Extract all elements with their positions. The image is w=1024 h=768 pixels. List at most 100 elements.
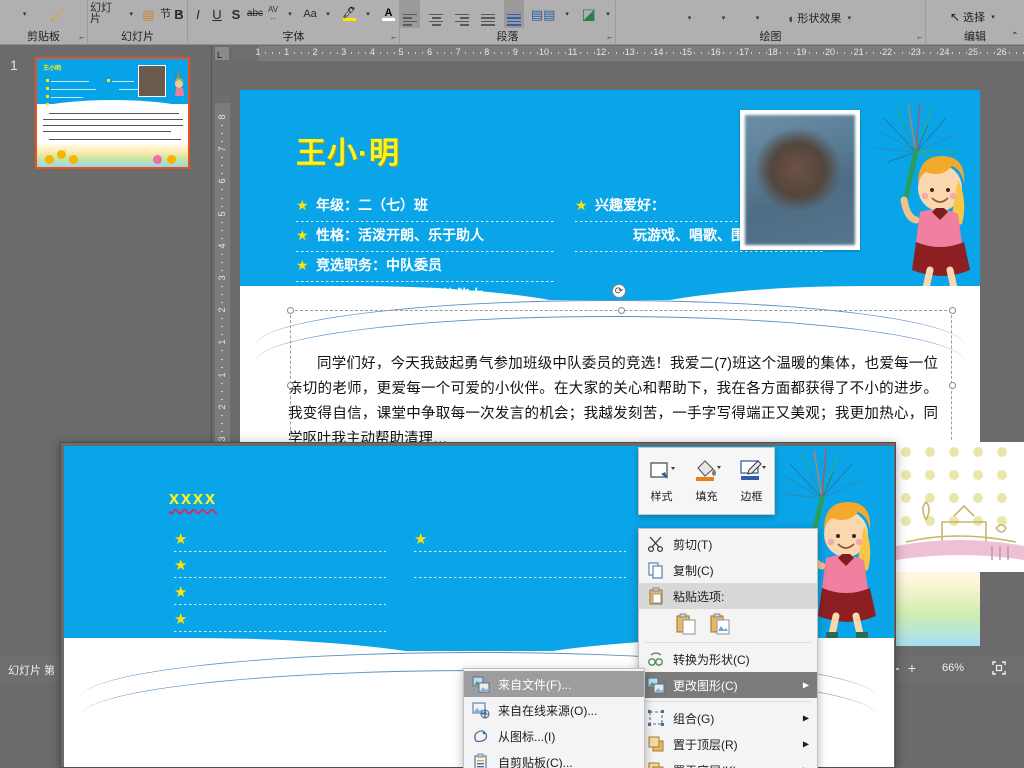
- zoom-level-label[interactable]: 66%: [942, 662, 964, 674]
- shape-quickstyles-caret[interactable]: ▾: [753, 14, 765, 23]
- bullet-row[interactable]: ★ 性格：活泼开朗、乐于助人: [296, 225, 556, 255]
- context-menu-item-paste-options: 粘贴选项:: [639, 583, 817, 609]
- smartart-icon[interactable]: ◪: [580, 6, 597, 23]
- paragraph-dialog-launcher[interactable]: ⌐: [607, 33, 612, 42]
- submenu-item-from-icons[interactable]: 从图标...(I): [464, 723, 644, 749]
- font-dialog-launcher[interactable]: ⌐: [391, 33, 396, 42]
- selection-handle-tr[interactable]: [949, 307, 956, 314]
- collapse-ribbon-icon[interactable]: ⌃: [1011, 31, 1019, 42]
- align-left-button[interactable]: [400, 0, 420, 28]
- character-spacing-caret[interactable]: ▾: [285, 10, 297, 19]
- clipboard-dialog-launcher[interactable]: ⌐: [79, 33, 84, 42]
- new-slide-caret[interactable]: ▾: [126, 10, 138, 19]
- justify-button[interactable]: [478, 0, 498, 28]
- context-menu-item-bring-to-front[interactable]: 置于顶层(R) ▶: [639, 731, 817, 757]
- hruler-tick-mark: [779, 52, 781, 54]
- submenu-item-from-clipboard[interactable]: 自剪贴板(C)...: [464, 749, 644, 768]
- shape-outline-caret[interactable]: ▾: [719, 14, 731, 23]
- change-picture-submenu[interactable]: 来自文件(F)... 来自在线来源(O)... 从图标...(I) 自剪贴板(C…: [463, 668, 645, 768]
- bullet-row[interactable]: ★ 年级：二（七）班: [296, 195, 556, 225]
- distribute-button[interactable]: [504, 0, 524, 28]
- slide-thumbnail-1[interactable]: 王小明: [35, 57, 190, 169]
- new-slide-button[interactable]: 幻灯片: [88, 2, 124, 26]
- shape-fill-caret[interactable]: ▾: [685, 14, 697, 23]
- textbox-selection-outline[interactable]: [290, 310, 952, 460]
- thumbnail-title: 王小明: [43, 66, 62, 72]
- thumbnail-text-line: [49, 138, 181, 141]
- selection-handle-tl[interactable]: [287, 307, 294, 314]
- font-color-button[interactable]: A: [382, 7, 396, 21]
- zoom-in-button[interactable]: +: [908, 660, 916, 676]
- select-button[interactable]: ↖ 选择 ▾: [950, 9, 1000, 25]
- floating-slide-title[interactable]: xxxx: [169, 488, 217, 509]
- paste-dropdown-caret[interactable]: ▾: [20, 10, 32, 19]
- context-menu-item-send-to-back[interactable]: 置于底层(K) ▶: [639, 757, 817, 768]
- select-caret[interactable]: ▾: [988, 13, 1000, 22]
- underline-button[interactable]: U: [211, 7, 223, 22]
- context-menu-item-change-picture[interactable]: 更改图形(C) ▶: [639, 672, 817, 698]
- rotation-handle[interactable]: ⟳: [612, 284, 626, 298]
- submenu-item-from-file[interactable]: 来自文件(F)...: [464, 671, 644, 697]
- submenu-item-from-online[interactable]: 来自在线来源(O)...: [464, 697, 644, 723]
- chevron-right-icon: ▶: [802, 680, 809, 690]
- context-menu-item-cut[interactable]: 剪切(T): [639, 531, 817, 557]
- columns-icon[interactable]: ▤▤: [530, 7, 556, 22]
- paste-keep-formatting-icon[interactable]: [675, 613, 697, 635]
- horizontal-ruler[interactable]: 1 1 2 3 4 5 6 7 8 9 10 11 12 13 14 15 16 17 18 19 20 21 22 23 24…: [232, 45, 1024, 62]
- selection-handle-ml[interactable]: [287, 382, 294, 389]
- highlight-color-bar: [342, 17, 356, 21]
- text-highlight-caret[interactable]: ▾: [363, 10, 375, 19]
- slide-title[interactable]: 王小·明: [296, 128, 400, 172]
- context-menu-item-convert-to-shape[interactable]: 转换为形状(C): [639, 646, 817, 672]
- vruler-tick-mark: [221, 302, 223, 304]
- context-menu-item-group[interactable]: 组合(G) ▶: [639, 705, 817, 731]
- format-painter-icon[interactable]: 🖌: [47, 7, 68, 22]
- cartoon-girl-illustration[interactable]: [858, 100, 978, 295]
- thumbnail-footer-decor: [37, 142, 188, 167]
- change-case-button[interactable]: Aa: [303, 8, 316, 21]
- context-menu[interactable]: 剪切(T) 复制(C) 粘贴选项: 转换为形状(C) 更改图形(C) ▶ 组合(…: [638, 528, 818, 768]
- hruler-tick-mark: [672, 52, 674, 54]
- columns-caret[interactable]: ▾: [562, 10, 574, 19]
- align-center-button[interactable]: [426, 0, 446, 28]
- character-spacing-button[interactable]: AV ↔: [268, 6, 278, 22]
- italic-button[interactable]: I: [192, 7, 204, 22]
- section-icon[interactable]: ▤: [140, 7, 156, 22]
- selection-handle-mr[interactable]: [949, 382, 956, 389]
- bold-button[interactable]: B: [173, 7, 185, 22]
- shape-effects-label: 形状效果: [797, 13, 842, 25]
- ruler-corner-tab-button[interactable]: L: [214, 46, 230, 61]
- style-button[interactable]: 样式: [639, 448, 684, 514]
- vruler-tick-mark: [221, 414, 223, 416]
- mini-format-toolbar[interactable]: 样式 填充 边框: [638, 447, 775, 515]
- align-right-button[interactable]: [452, 0, 472, 28]
- outline-button[interactable]: 边框: [729, 448, 774, 514]
- hruler-tick-mark: [508, 52, 510, 54]
- strikethrough-button[interactable]: abc: [247, 8, 263, 20]
- paste-picture-icon[interactable]: [709, 613, 731, 635]
- fill-button[interactable]: 填充: [684, 448, 729, 514]
- text-highlight-button[interactable]: 🖊: [342, 7, 356, 21]
- hruler-tick-label: 12: [596, 47, 607, 57]
- vertical-ruler[interactable]: 876543211234: [214, 95, 231, 490]
- thumbnail-number: 1: [10, 57, 18, 73]
- student-photo-frame[interactable]: [740, 110, 860, 250]
- bullet-row[interactable]: ★ 竞选职务：中队委员: [296, 255, 556, 285]
- shape-effects-button[interactable]: ◖ 形状效果 ▾: [787, 10, 857, 26]
- drawing-dialog-launcher[interactable]: ⌐: [917, 33, 922, 42]
- fit-to-window-icon[interactable]: [992, 661, 1006, 675]
- smartart-caret[interactable]: ▾: [603, 10, 615, 19]
- context-menu-item-copy[interactable]: 复制(C): [639, 557, 817, 583]
- shape-effects-caret[interactable]: ▾: [844, 14, 856, 23]
- change-case-caret[interactable]: ▾: [323, 10, 335, 19]
- section-button[interactable]: 节: [158, 8, 173, 21]
- paste-options-row[interactable]: [639, 609, 817, 639]
- hruler-tick-mark: [350, 52, 352, 54]
- hruler-tick-label: 20: [824, 47, 836, 57]
- selection-handle-tc[interactable]: [618, 307, 625, 314]
- hruler-tick-mark: [987, 52, 989, 54]
- hruler-tick-mark: [822, 52, 824, 54]
- vruler-tick-label: 3: [217, 436, 227, 442]
- shadow-button[interactable]: S: [230, 7, 242, 22]
- hruler-tick-mark: [901, 52, 903, 54]
